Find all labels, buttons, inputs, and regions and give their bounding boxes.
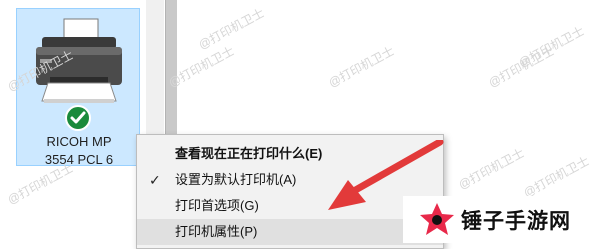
printer-icon <box>36 18 122 103</box>
brand-watermark: 锤子手游网 <box>403 196 600 243</box>
menu-item-label: 打印首选项(G) <box>175 198 259 213</box>
printer-name: RICOH MP 3554 PCL 6 <box>17 133 141 169</box>
brand-name: 锤子手游网 <box>461 210 571 233</box>
devices-pane: RICOH MP 3554 PCL 6 <box>0 0 146 243</box>
watermark-4: @打印机卫士 <box>486 43 557 91</box>
watermark-6: @打印机卫士 <box>516 23 587 71</box>
menu-item-printer-properties[interactable]: 打印机属性(P) <box>137 219 443 245</box>
watermark-3: @打印机卫士 <box>326 43 397 91</box>
menu-item-label: 打印机属性(P) <box>175 224 258 239</box>
brand-logo-icon <box>420 203 454 235</box>
printer-name-line1: RICOH MP <box>46 134 112 149</box>
default-check-icon <box>65 105 91 131</box>
printer-name-line2: 3554 PCL 6 <box>44 152 114 167</box>
printer-item-ricoh[interactable]: RICOH MP 3554 PCL 6 <box>16 8 141 169</box>
menu-item-label: 设置为默认打印机(A) <box>175 172 297 187</box>
checkmark-icon: ✓ <box>149 172 161 188</box>
watermark-8: @打印机卫士 <box>456 145 527 193</box>
menu-item-label: 查看现在正在打印什么(E) <box>175 146 323 161</box>
watermark-5: @打印机卫士 <box>196 5 267 53</box>
watermark-9: @打印机卫士 <box>521 153 592 201</box>
